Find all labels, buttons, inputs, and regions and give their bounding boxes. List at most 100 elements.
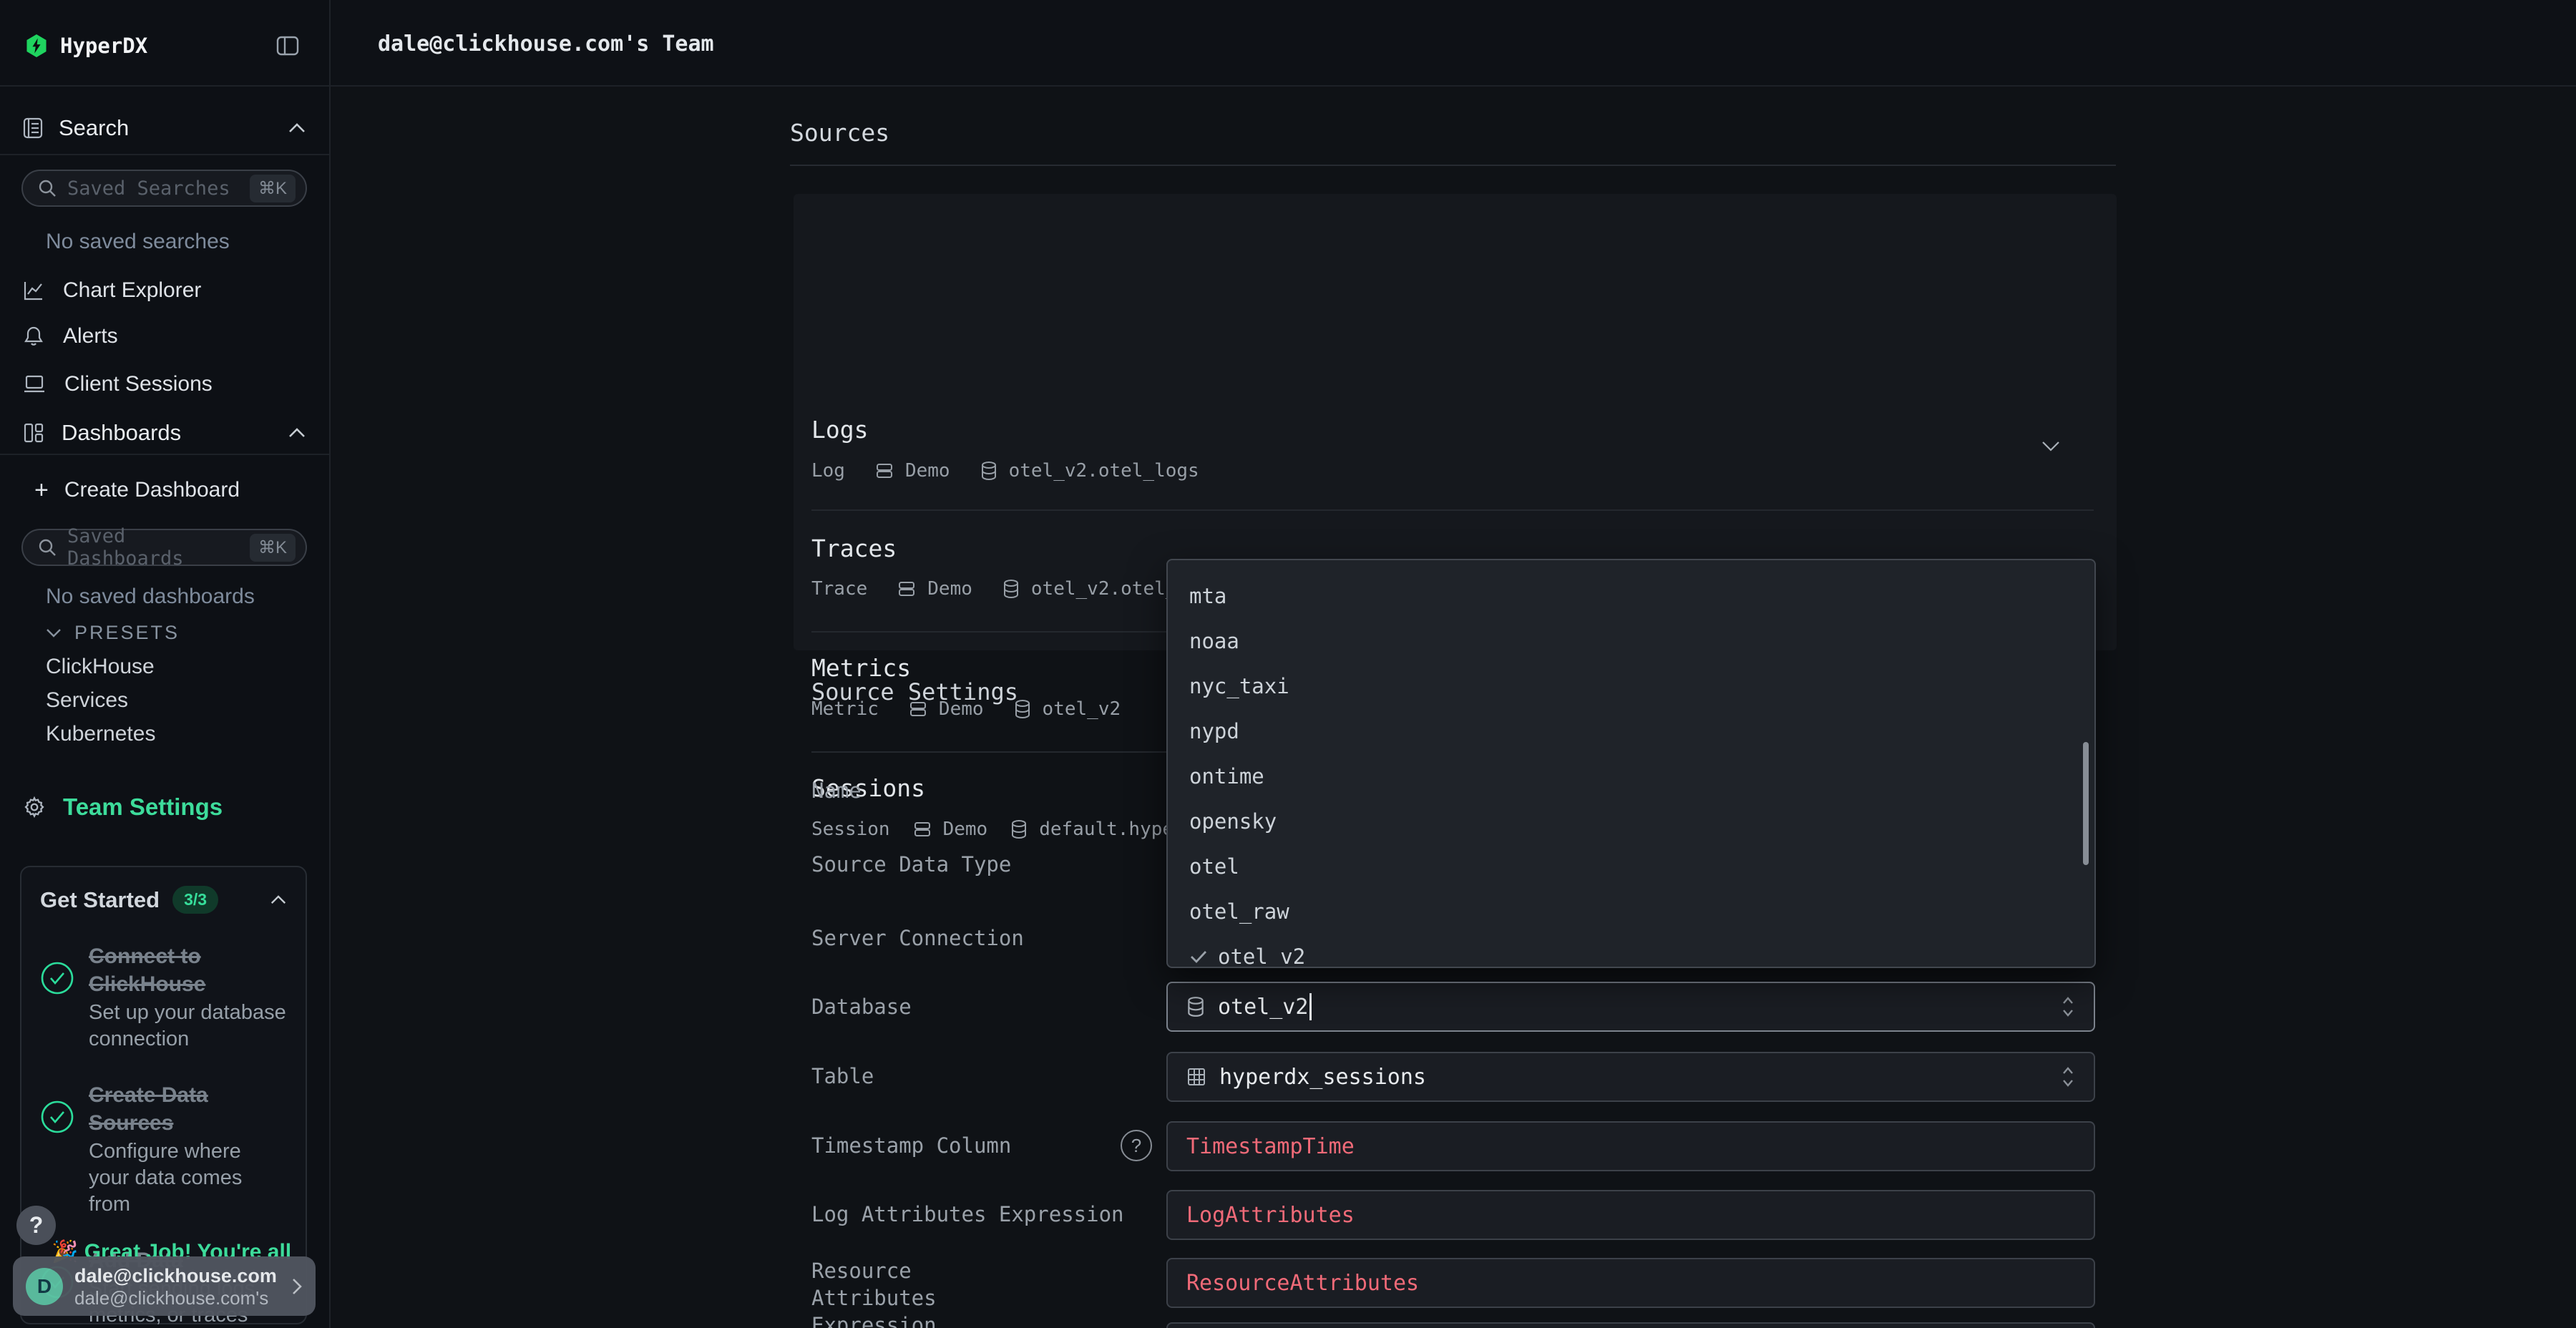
saved-dashboards-placeholder: Saved Dashboards [67, 525, 250, 570]
field-label-name: Name [811, 778, 862, 803]
resource-attributes-input[interactable]: ResourceAttributes [1166, 1258, 2095, 1308]
dropdown-option[interactable]: noaa [1168, 618, 2094, 663]
team-settings-label: Team Settings [63, 794, 223, 821]
field-label-server-connection: Server Connection [811, 926, 1024, 950]
app-title: HyperDX [60, 34, 147, 58]
resource-attributes-value: ResourceAttributes [1186, 1271, 1419, 1296]
get-started-step-connect[interactable]: Connect to ClickHouse Set up your databa… [40, 942, 287, 1053]
chart-explorer-icon [23, 280, 44, 301]
collapse-sidebar-icon[interactable] [276, 36, 299, 56]
dropdown-option[interactable]: otel_raw [1168, 889, 2094, 934]
dropdown-option[interactable]: otel [1168, 844, 2094, 889]
search-section-label: Search [59, 115, 129, 141]
chevron-right-icon [291, 1277, 303, 1296]
dropdown-scrollbar[interactable] [2083, 742, 2089, 865]
server-icon [897, 580, 916, 598]
shortcut-badge: ⌘K [250, 175, 296, 202]
get-started-title: Get Started [40, 887, 160, 913]
saved-dashboards-input[interactable]: Saved Dashboards ⌘K [21, 529, 307, 566]
field-label-source-data-type: Source Data Type [811, 852, 1011, 877]
sidebar-section-search[interactable]: Search [23, 114, 306, 142]
source-section-logs-meta: Log Demo otel_v2.otel_logs [811, 460, 1199, 482]
presets-label: PRESETS [74, 622, 180, 644]
help-button[interactable]: ? [16, 1206, 56, 1245]
question-mark-icon: ? [29, 1212, 44, 1239]
gear-icon [23, 796, 46, 819]
select-chevrons-icon[interactable] [2061, 1065, 2075, 1089]
check-circle-icon [40, 961, 74, 1053]
chevron-up-icon[interactable] [288, 122, 306, 134]
no-saved-searches-text: No saved searches [46, 230, 230, 254]
connection-name: Demo [927, 578, 972, 600]
team-settings-link[interactable]: Team Settings [23, 791, 223, 823]
table-path: default.hyperdx_s [1039, 819, 1166, 840]
page-title: Sources [790, 119, 889, 147]
database-icon [980, 461, 997, 481]
source-section-logs-title: Logs [811, 416, 868, 444]
table-path: otel_v2.otel_logs [1009, 460, 1199, 482]
chevron-up-icon[interactable] [288, 427, 306, 439]
bell-icon [23, 325, 44, 348]
log-attributes-input[interactable]: LogAttributes [1166, 1190, 2095, 1240]
dropdown-option[interactable]: ontime [1168, 753, 2094, 799]
create-dashboard-button[interactable]: + Create Dashboard [34, 477, 240, 504]
dropdown-option[interactable]: mta [1168, 573, 2094, 618]
sidebar-item-label: Alerts [63, 324, 118, 348]
connection-name: Demo [943, 819, 988, 840]
saved-searches-input[interactable]: Saved Searches ⌘K [21, 170, 307, 207]
step-description: Configure where your data comes from [89, 1138, 287, 1218]
option-label: opensky [1189, 809, 1277, 834]
sidebar-item-label: Client Sessions [64, 372, 213, 396]
preset-kubernetes[interactable]: Kubernetes [46, 722, 155, 746]
get-started-header[interactable]: Get Started 3/3 [40, 886, 287, 914]
get-started-step-sources[interactable]: Create Data Sources Configure where your… [40, 1081, 287, 1218]
timestamp-column-input[interactable]: TimestampTime [1166, 1121, 2095, 1171]
preset-services[interactable]: Services [46, 688, 128, 713]
dashboards-icon [23, 422, 44, 444]
chevron-up-icon[interactable] [270, 894, 287, 905]
dropdown-option[interactable]: nyc_taxi [1168, 663, 2094, 708]
sidebar-item-chart-explorer[interactable]: Chart Explorer [23, 276, 201, 305]
source-settings-heading: Source Settings [811, 678, 1018, 706]
text-cursor [1309, 993, 1312, 1020]
database-select[interactable]: otel_v2 [1166, 982, 2095, 1032]
presets-toggle[interactable]: PRESETS [46, 620, 180, 645]
database-icon [1010, 819, 1028, 839]
source-type: Trace [811, 578, 867, 600]
dropdown-option-selected[interactable]: otel_v2 [1168, 934, 2094, 968]
timestamp-value: TimestampTime [1186, 1134, 1355, 1159]
create-dashboard-label: Create Dashboard [64, 478, 240, 502]
field-label-database: Database [811, 995, 912, 1019]
sidebar-item-label: Chart Explorer [63, 278, 201, 303]
user-menu[interactable]: D dale@clickhouse.com dale@clickhouse.co… [13, 1256, 316, 1316]
laptop-icon [23, 374, 46, 394]
connection-name: Demo [905, 460, 950, 482]
dropdown-option[interactable]: nypd [1168, 708, 2094, 753]
dropdown-option[interactable]: opensky [1168, 799, 2094, 844]
option-label: otel [1189, 854, 1239, 879]
sidebar-item-client-sessions[interactable]: Client Sessions [23, 370, 213, 399]
dashboards-section-label: Dashboards [62, 420, 181, 446]
search-section-icon [23, 117, 43, 139]
database-icon [1186, 996, 1205, 1017]
field-label-timestamp: Timestamp Column [811, 1133, 1011, 1158]
field-label-resource-attributes: Resource Attributes Expression [811, 1257, 1048, 1328]
chevron-down-icon[interactable] [2041, 440, 2061, 452]
server-icon [913, 820, 932, 839]
table-select[interactable]: hyperdx_sessions [1166, 1052, 2095, 1102]
sidebar-section-dashboards[interactable]: Dashboards [23, 418, 306, 448]
sidebar-item-alerts[interactable]: Alerts [23, 322, 118, 351]
server-icon [875, 462, 894, 480]
avatar: D [26, 1268, 63, 1305]
option-label: nyc_taxi [1189, 674, 1289, 698]
help-tooltip-icon[interactable]: ? [1121, 1130, 1152, 1161]
next-field-partial [1166, 1322, 2095, 1328]
user-email: dale@clickhouse.com [74, 1264, 277, 1287]
hyperdx-app: HyperDX Search [0, 0, 2576, 1328]
preset-clickhouse[interactable]: ClickHouse [46, 655, 155, 679]
log-attributes-value: LogAttributes [1186, 1203, 1355, 1228]
field-label-table: Table [811, 1064, 874, 1088]
select-chevrons-icon[interactable] [2061, 995, 2075, 1019]
step-description: Set up your database connection [89, 1000, 287, 1053]
check-circle-icon [40, 1100, 74, 1218]
